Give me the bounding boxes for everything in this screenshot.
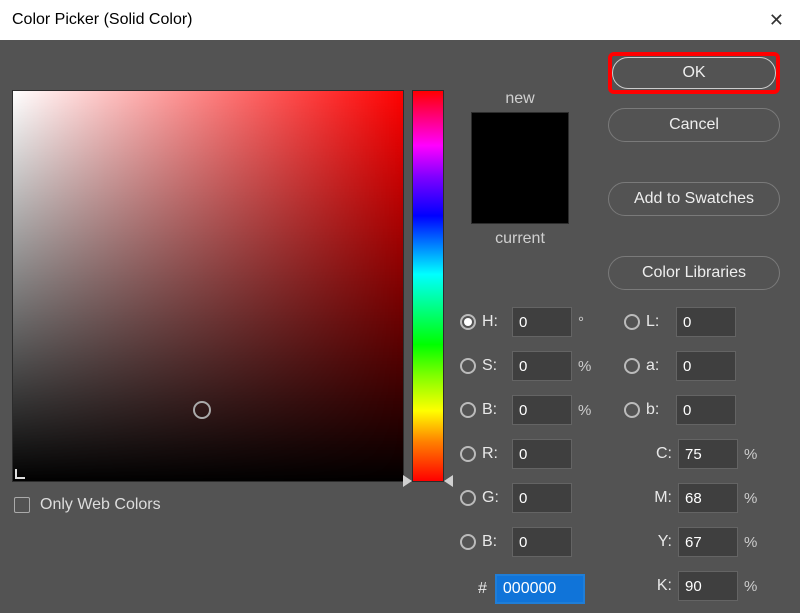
l-label: L: [646, 313, 676, 331]
y-input[interactable] [678, 527, 738, 557]
g-radio[interactable] [460, 490, 476, 506]
m-input[interactable] [678, 483, 738, 513]
y-unit: % [738, 534, 760, 551]
r-label: R: [482, 445, 512, 463]
current-label: current [460, 230, 580, 248]
saturation-value-field[interactable] [12, 90, 404, 482]
h-label: H: [482, 313, 512, 331]
b-rgb-label: B: [482, 533, 512, 551]
hex-hash: # [478, 580, 487, 598]
c-label: C: [648, 445, 678, 463]
s-input[interactable] [512, 351, 572, 381]
only-web-colors-label: Only Web Colors [40, 496, 161, 514]
b-hsb-unit: % [572, 402, 594, 419]
s-label: S: [482, 357, 512, 375]
l-input[interactable] [676, 307, 736, 337]
close-icon[interactable]: ✕ [765, 10, 788, 31]
new-label: new [460, 90, 580, 108]
b-hsb-label: B: [482, 401, 512, 419]
titlebar: Color Picker (Solid Color) ✕ [0, 0, 800, 40]
k-label: K: [648, 577, 678, 595]
color-swatch [471, 112, 569, 224]
b-lab-label: b: [646, 401, 676, 419]
hue-slider-thumb-right-icon [444, 475, 453, 487]
h-radio[interactable] [460, 314, 476, 330]
a-label: a: [646, 357, 676, 375]
s-radio[interactable] [460, 358, 476, 374]
color-libraries-button[interactable]: Color Libraries [608, 256, 780, 290]
a-input[interactable] [676, 351, 736, 381]
k-unit: % [738, 578, 760, 595]
color-cursor-icon [193, 401, 211, 419]
only-web-colors-row: Only Web Colors [14, 496, 161, 514]
g-input[interactable] [512, 483, 572, 513]
b-hsb-input[interactable] [512, 395, 572, 425]
ok-button[interactable]: OK [608, 52, 780, 94]
c-input[interactable] [678, 439, 738, 469]
hex-input[interactable] [495, 574, 585, 604]
h-unit: ° [572, 314, 594, 331]
window-title: Color Picker (Solid Color) [12, 11, 193, 29]
r-radio[interactable] [460, 446, 476, 462]
g-label: G: [482, 489, 512, 507]
m-unit: % [738, 490, 760, 507]
corner-indicator-icon [15, 469, 25, 479]
cancel-button[interactable]: Cancel [608, 108, 780, 142]
r-input[interactable] [512, 439, 572, 469]
b-lab-radio[interactable] [624, 402, 640, 418]
s-unit: % [572, 358, 594, 375]
b-rgb-radio[interactable] [460, 534, 476, 550]
a-radio[interactable] [624, 358, 640, 374]
k-input[interactable] [678, 571, 738, 601]
hue-slider-thumb-left-icon [403, 475, 412, 487]
add-to-swatches-button[interactable]: Add to Swatches [608, 182, 780, 216]
y-label: Y: [648, 533, 678, 551]
only-web-colors-checkbox[interactable] [14, 497, 30, 513]
b-lab-input[interactable] [676, 395, 736, 425]
hue-slider[interactable] [412, 90, 444, 482]
c-unit: % [738, 446, 760, 463]
h-input[interactable] [512, 307, 572, 337]
l-radio[interactable] [624, 314, 640, 330]
value-fields: H: ° L: S: % a: B: % [460, 300, 788, 608]
swatch-preview: new current [460, 90, 580, 252]
b-rgb-input[interactable] [512, 527, 572, 557]
b-hsb-radio[interactable] [460, 402, 476, 418]
m-label: M: [648, 489, 678, 507]
